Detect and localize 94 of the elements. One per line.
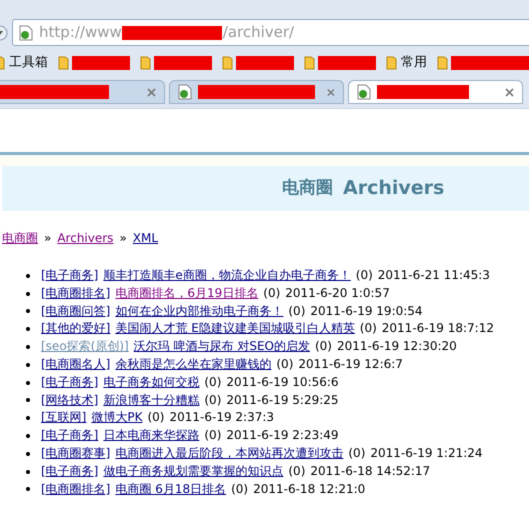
post-link[interactable]: 日本电商来华探路 [103, 427, 200, 445]
post-link[interactable]: 电商圈排名，6月19日排名 [115, 284, 258, 303]
reply-count: (0) [276, 356, 294, 373]
category-link[interactable]: [seo探索(原创)] [41, 338, 129, 356]
post-date: 2011-6-19 19:0:54 [310, 302, 423, 320]
breadcrumb-separator: » [44, 230, 52, 247]
reply-count: (0) [360, 320, 377, 338]
close-icon[interactable] [147, 88, 156, 96]
post-link[interactable]: 电商圈进入最后阶段，本网站再次遭到攻击 [115, 444, 344, 463]
page-icon [178, 84, 192, 100]
post-date: 2011-6-19 2:23:49 [226, 427, 339, 444]
bookmark-folder[interactable]: 常用 [386, 53, 427, 73]
page-icon [357, 84, 371, 100]
folder-icon [386, 56, 397, 70]
browser-tab[interactable] [0, 80, 165, 104]
breadcrumb-link[interactable]: Archivers [57, 229, 114, 247]
bullet-icon [26, 452, 30, 456]
bullet-icon [26, 380, 30, 385]
post-date: 2011-6-19 12:6:7 [298, 356, 403, 373]
bullet-icon [26, 345, 30, 350]
category-link[interactable]: [电子商务] [41, 267, 98, 285]
post-date: 2011-6-20 1:0:57 [285, 284, 390, 302]
reply-count: (0) [263, 284, 280, 302]
folder-icon [437, 56, 448, 70]
category-link[interactable]: [电子商务] [41, 427, 98, 445]
redaction-bar [236, 56, 294, 70]
breadcrumb-link[interactable]: 电商圈 [2, 229, 38, 247]
post-link[interactable]: 如何在企业内部推动电子商务！ [115, 302, 284, 320]
page-title: Archivers [343, 176, 444, 202]
reply-count: (0) [348, 444, 366, 462]
browser-tab[interactable] [348, 80, 523, 104]
post-link[interactable]: 美国闹人才荒 E隐建议建美国城吸引白人精英 [115, 320, 355, 338]
breadcrumb-separator: » [119, 230, 127, 247]
bullet-icon [26, 398, 30, 402]
category-link[interactable]: [电商圈赛事] [41, 444, 110, 463]
bullet-icon [26, 470, 30, 474]
reply-count: (0) [147, 409, 164, 426]
reply-count: (0) [314, 338, 332, 356]
post-date: 2011-6-19 5:29:25 [226, 392, 339, 409]
redaction-bar [72, 56, 130, 70]
category-link[interactable]: [电商圈排名] [41, 284, 110, 303]
bullet-icon [26, 309, 30, 314]
breadcrumb-link[interactable]: XML [132, 229, 158, 247]
site-name: 电商圈 [282, 176, 333, 200]
bullet-icon [26, 416, 30, 420]
reply-count: (0) [204, 374, 222, 391]
folder-icon [58, 56, 69, 70]
category-link[interactable]: [网络技术] [41, 392, 98, 410]
post-date: 2011-6-18 14:52:17 [310, 462, 430, 480]
reply-count: (0) [231, 480, 248, 498]
category-link[interactable]: [电商圈排名] [41, 480, 110, 498]
post-link[interactable]: 新浪博客十分糟糕 [103, 392, 200, 410]
bullet-icon [26, 362, 30, 367]
category-link[interactable]: [电子商务] [41, 462, 98, 481]
category-link[interactable]: [电商圈问答] [41, 302, 110, 320]
bullet-icon [26, 292, 30, 296]
post-date: 2011-6-19 2:37:3 [169, 409, 274, 426]
folder-icon [222, 56, 233, 70]
reply-count: (0) [204, 392, 222, 409]
bookmark-folder[interactable]: 工具箱 [0, 53, 48, 73]
bullet-icon [26, 274, 30, 278]
post-link[interactable]: 微博大PK [91, 409, 142, 428]
bullet-icon [26, 434, 30, 438]
category-link[interactable]: [电商圈名人] [41, 356, 110, 374]
post-link[interactable]: 余秋雨是怎么坐在家里赚钱的 [115, 356, 272, 374]
category-link[interactable]: [其他的爱好] [41, 320, 110, 338]
post-link[interactable]: 顺丰打造顺丰e商圈，物流企业自办电子商务！ [103, 267, 351, 285]
page-icon [19, 24, 33, 40]
post-link[interactable]: 做电子商务规划需要掌握的知识点 [103, 462, 284, 481]
post-date: 2011-6-19 1:21:24 [370, 444, 483, 462]
post-date: 2011-6-19 18:7:12 [382, 320, 494, 338]
close-icon[interactable] [327, 88, 335, 96]
bullet-icon [26, 327, 30, 332]
reply-count: (0) [204, 427, 222, 444]
close-icon[interactable] [505, 88, 514, 96]
post-date: 2011-6-18 12:21:0 [253, 480, 366, 498]
post-date: 2011-6-21 11:45:3 [378, 267, 490, 284]
redaction-bar [154, 56, 212, 70]
category-link[interactable]: [电子商务] [41, 374, 98, 392]
post-date: 2011-6-19 12:30:20 [336, 338, 457, 356]
bullet-icon [26, 487, 30, 492]
post-link[interactable]: 沃尔玛 啤酒与尿布 对SEO的启发 [134, 338, 310, 356]
reply-count: (0) [288, 302, 306, 320]
reply-count: (0) [288, 462, 306, 480]
folder-icon [304, 56, 315, 70]
category-link[interactable]: [互联网] [41, 409, 86, 428]
reply-count: (0) [356, 267, 373, 284]
post-link[interactable]: 电商圈 6月18日排名 [115, 480, 226, 498]
folder-icon [140, 56, 151, 70]
redaction-bar [318, 56, 376, 70]
post-link[interactable]: 电子商务如何交税 [103, 374, 200, 392]
url-text: http://www /archiver/ [39, 22, 294, 44]
browser-tab[interactable] [169, 80, 344, 104]
post-date: 2011-6-19 10:56:6 [226, 374, 339, 391]
